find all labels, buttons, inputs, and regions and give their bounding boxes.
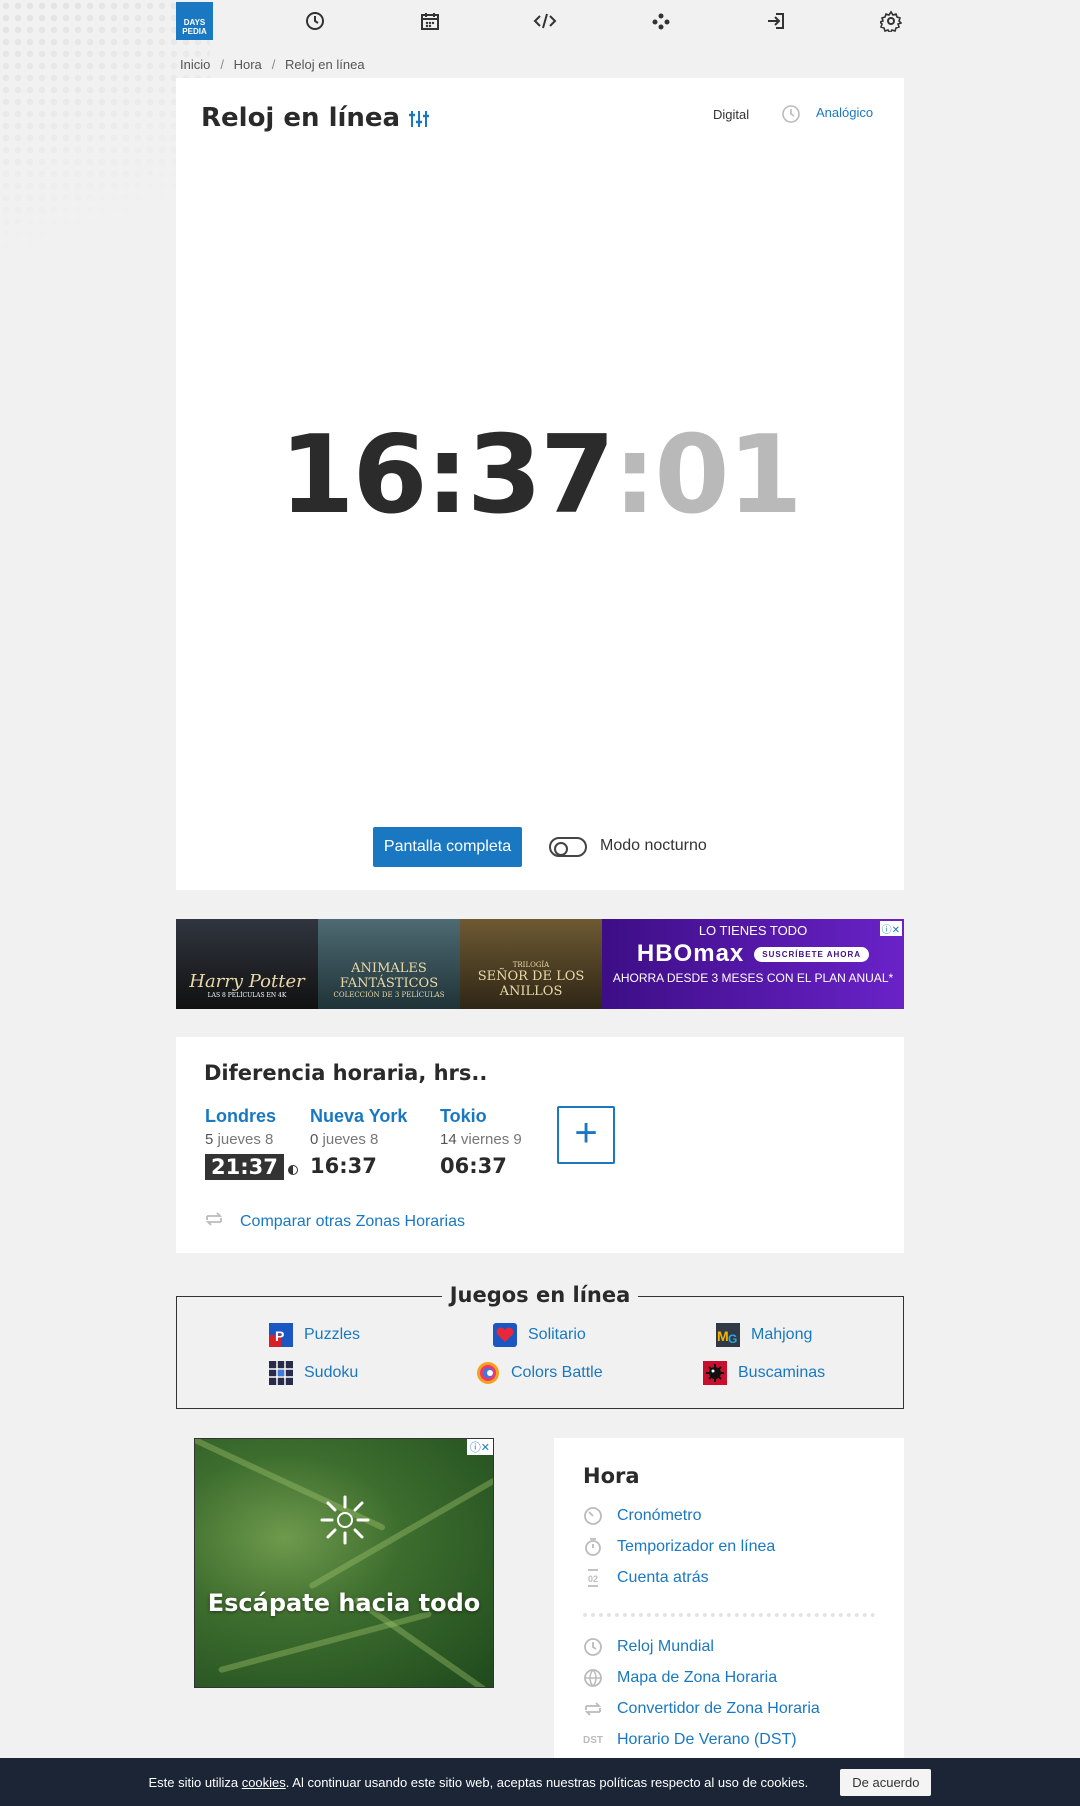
city-nueva-york: Nueva York 0 jueves 8 16:37 [310, 1106, 407, 1178]
ad-close-icon[interactable]: ⓘ✕ [466, 1439, 493, 1455]
cookies-link[interactable]: cookies [242, 1775, 286, 1790]
solitaire-icon [493, 1323, 517, 1347]
world-clock-icon [583, 1637, 603, 1657]
city-time: 16:37 [310, 1154, 377, 1178]
add-city-button[interactable]: + [557, 1106, 615, 1164]
stopwatch-icon [583, 1506, 603, 1526]
svg-text:02: 02 [588, 1574, 598, 1584]
sidebar-item-mapa-zona[interactable]: Mapa de Zona Horaria [583, 1668, 777, 1688]
city-londres: Londres 5 jueves 8 21:37 [205, 1106, 298, 1180]
cookie-bar: Este sitio utiliza cookies. Al continuar… [0, 1758, 1080, 1806]
game-solitario[interactable]: Solitario [493, 1323, 586, 1347]
puzzles-icon: P [269, 1323, 293, 1347]
ad-poster-anillos: TRILOGÍA SEÑOR DE LOS ANILLOS [460, 919, 602, 1009]
timer-icon [583, 1537, 603, 1557]
clock-seconds: :01 [613, 413, 802, 538]
sidebar-hora: Hora Cronómetro Temporizador en línea 02… [554, 1438, 904, 1768]
settings-icon[interactable] [878, 8, 904, 34]
sidebar-item-temporizador[interactable]: Temporizador en línea [583, 1537, 775, 1557]
svg-text:P: P [275, 1328, 284, 1344]
night-moon-icon [287, 1164, 298, 1175]
game-colors-battle[interactable]: Colors Battle [476, 1361, 603, 1385]
mode-analog-option[interactable]: Analógico [816, 105, 873, 120]
code-icon[interactable] [532, 8, 558, 34]
breadcrumb-home[interactable]: Inicio [180, 57, 210, 72]
breadcrumb-hora[interactable]: Hora [234, 57, 262, 72]
city-offset: 14 viernes 9 [440, 1131, 522, 1148]
dayspedia-logo[interactable]: DAYS PEDIA [176, 2, 213, 40]
games-title: Juegos en línea [177, 1283, 903, 1307]
clock-hours-minutes: 16:37 [279, 413, 615, 538]
game-sudoku[interactable]: Sudoku [269, 1361, 358, 1385]
time-diff-card: Diferencia horaria, hrs.. Londres 5 juev… [176, 1037, 904, 1253]
analog-clock-icon [781, 104, 801, 129]
login-icon[interactable] [763, 8, 789, 34]
dst-icon: DST [583, 1734, 603, 1746]
sidebar-item-dst[interactable]: DST Horario De Verano (DST) [583, 1730, 797, 1750]
games-box: Juegos en línea P Puzzles Solitario MG M… [176, 1283, 904, 1409]
night-mode-toggle[interactable] [549, 837, 587, 857]
mahjong-icon: MG [716, 1323, 740, 1347]
mode-digital-option[interactable]: Digital [713, 107, 749, 122]
compare-timezones-link[interactable]: Comparar otras Zonas Horarias [204, 1209, 465, 1234]
svg-text:M: M [717, 1328, 729, 1344]
convert-icon [583, 1699, 603, 1719]
page-title: Reloj en línea [201, 103, 401, 133]
sun-logo-icon [320, 1495, 370, 1545]
clock-settings-icon[interactable] [408, 108, 430, 135]
accept-cookies-button[interactable]: De acuerdo [840, 1768, 932, 1796]
ad-close-icon[interactable]: ⓘ✕ [879, 921, 902, 936]
breadcrumb: Inicio / Hora / Reloj en línea [180, 57, 365, 72]
fullscreen-button[interactable]: Pantalla completa [373, 827, 522, 867]
city-name[interactable]: Tokio [440, 1106, 522, 1127]
digital-clock-display: 16:37:01 [176, 413, 904, 538]
city-offset: 0 jueves 8 [310, 1131, 379, 1148]
sidebar-item-cuenta-atras[interactable]: 02 Cuenta atrás [583, 1568, 709, 1588]
night-mode-label: Modo nocturno [600, 837, 707, 854]
city-name[interactable]: Londres [205, 1106, 298, 1127]
compare-icon [204, 1209, 224, 1234]
breadcrumb-current: Reloj en línea [285, 57, 365, 72]
game-puzzles[interactable]: P Puzzles [269, 1323, 360, 1347]
ad-poster-animales: ANIMALES FANTÁSTICOS COLECCIÓN DE 3 PELÍC… [318, 919, 460, 1009]
ad-square[interactable]: Escápate hacia todo ⓘ✕ [194, 1438, 494, 1688]
calendar-icon[interactable] [417, 8, 443, 34]
city-offset: 5 jueves 8 [205, 1131, 274, 1148]
sidebar-item-convertidor[interactable]: Convertidor de Zona Horaria [583, 1699, 820, 1719]
ad-poster-harry-potter: Harry Potter LAS 8 PELÍCULAS EN 4K [176, 919, 318, 1009]
sidebar-item-cronometro[interactable]: Cronómetro [583, 1506, 701, 1526]
top-nav: DAYS PEDIA [176, 0, 904, 42]
ad-square-text: Escápate hacia todo [207, 1589, 481, 1617]
city-time: 21:37 [205, 1154, 284, 1180]
city-time: 06:37 [440, 1154, 507, 1178]
ad-hbo-panel: LO TIENES TODO HBOmax SUSCRÍBETE AHORA AH… [602, 919, 904, 1009]
sidebar-item-reloj-mundial[interactable]: Reloj Mundial [583, 1637, 714, 1657]
ad-banner[interactable]: Harry Potter LAS 8 PELÍCULAS EN 4K ANIMAL… [176, 919, 904, 1009]
compare-label: Comparar otras Zonas Horarias [240, 1212, 465, 1230]
sidebar-title: Hora [583, 1464, 640, 1488]
sidebar-divider [583, 1613, 875, 1617]
sudoku-icon [269, 1361, 293, 1385]
games-icon[interactable] [648, 8, 674, 34]
game-mahjong[interactable]: MG Mahjong [716, 1323, 812, 1347]
svg-text:G: G [728, 1332, 737, 1346]
clock-card: Reloj en línea Digital Analógico 16:37:0… [176, 78, 904, 890]
minesweeper-icon [703, 1361, 727, 1385]
game-buscaminas[interactable]: Buscaminas [703, 1361, 825, 1385]
clock-icon[interactable] [302, 8, 328, 34]
city-name[interactable]: Nueva York [310, 1106, 407, 1127]
countdown-icon: 02 [583, 1568, 603, 1588]
colors-battle-icon [476, 1361, 500, 1385]
cookie-text: Este sitio utiliza cookies. Al continuar… [148, 1774, 809, 1790]
globe-icon [583, 1668, 603, 1688]
logo-text-2: PEDIA [182, 27, 207, 36]
time-diff-title: Diferencia horaria, hrs.. [204, 1061, 488, 1085]
logo-text-1: DAYS [183, 18, 206, 27]
city-tokio: Tokio 14 viernes 9 06:37 [440, 1106, 522, 1178]
